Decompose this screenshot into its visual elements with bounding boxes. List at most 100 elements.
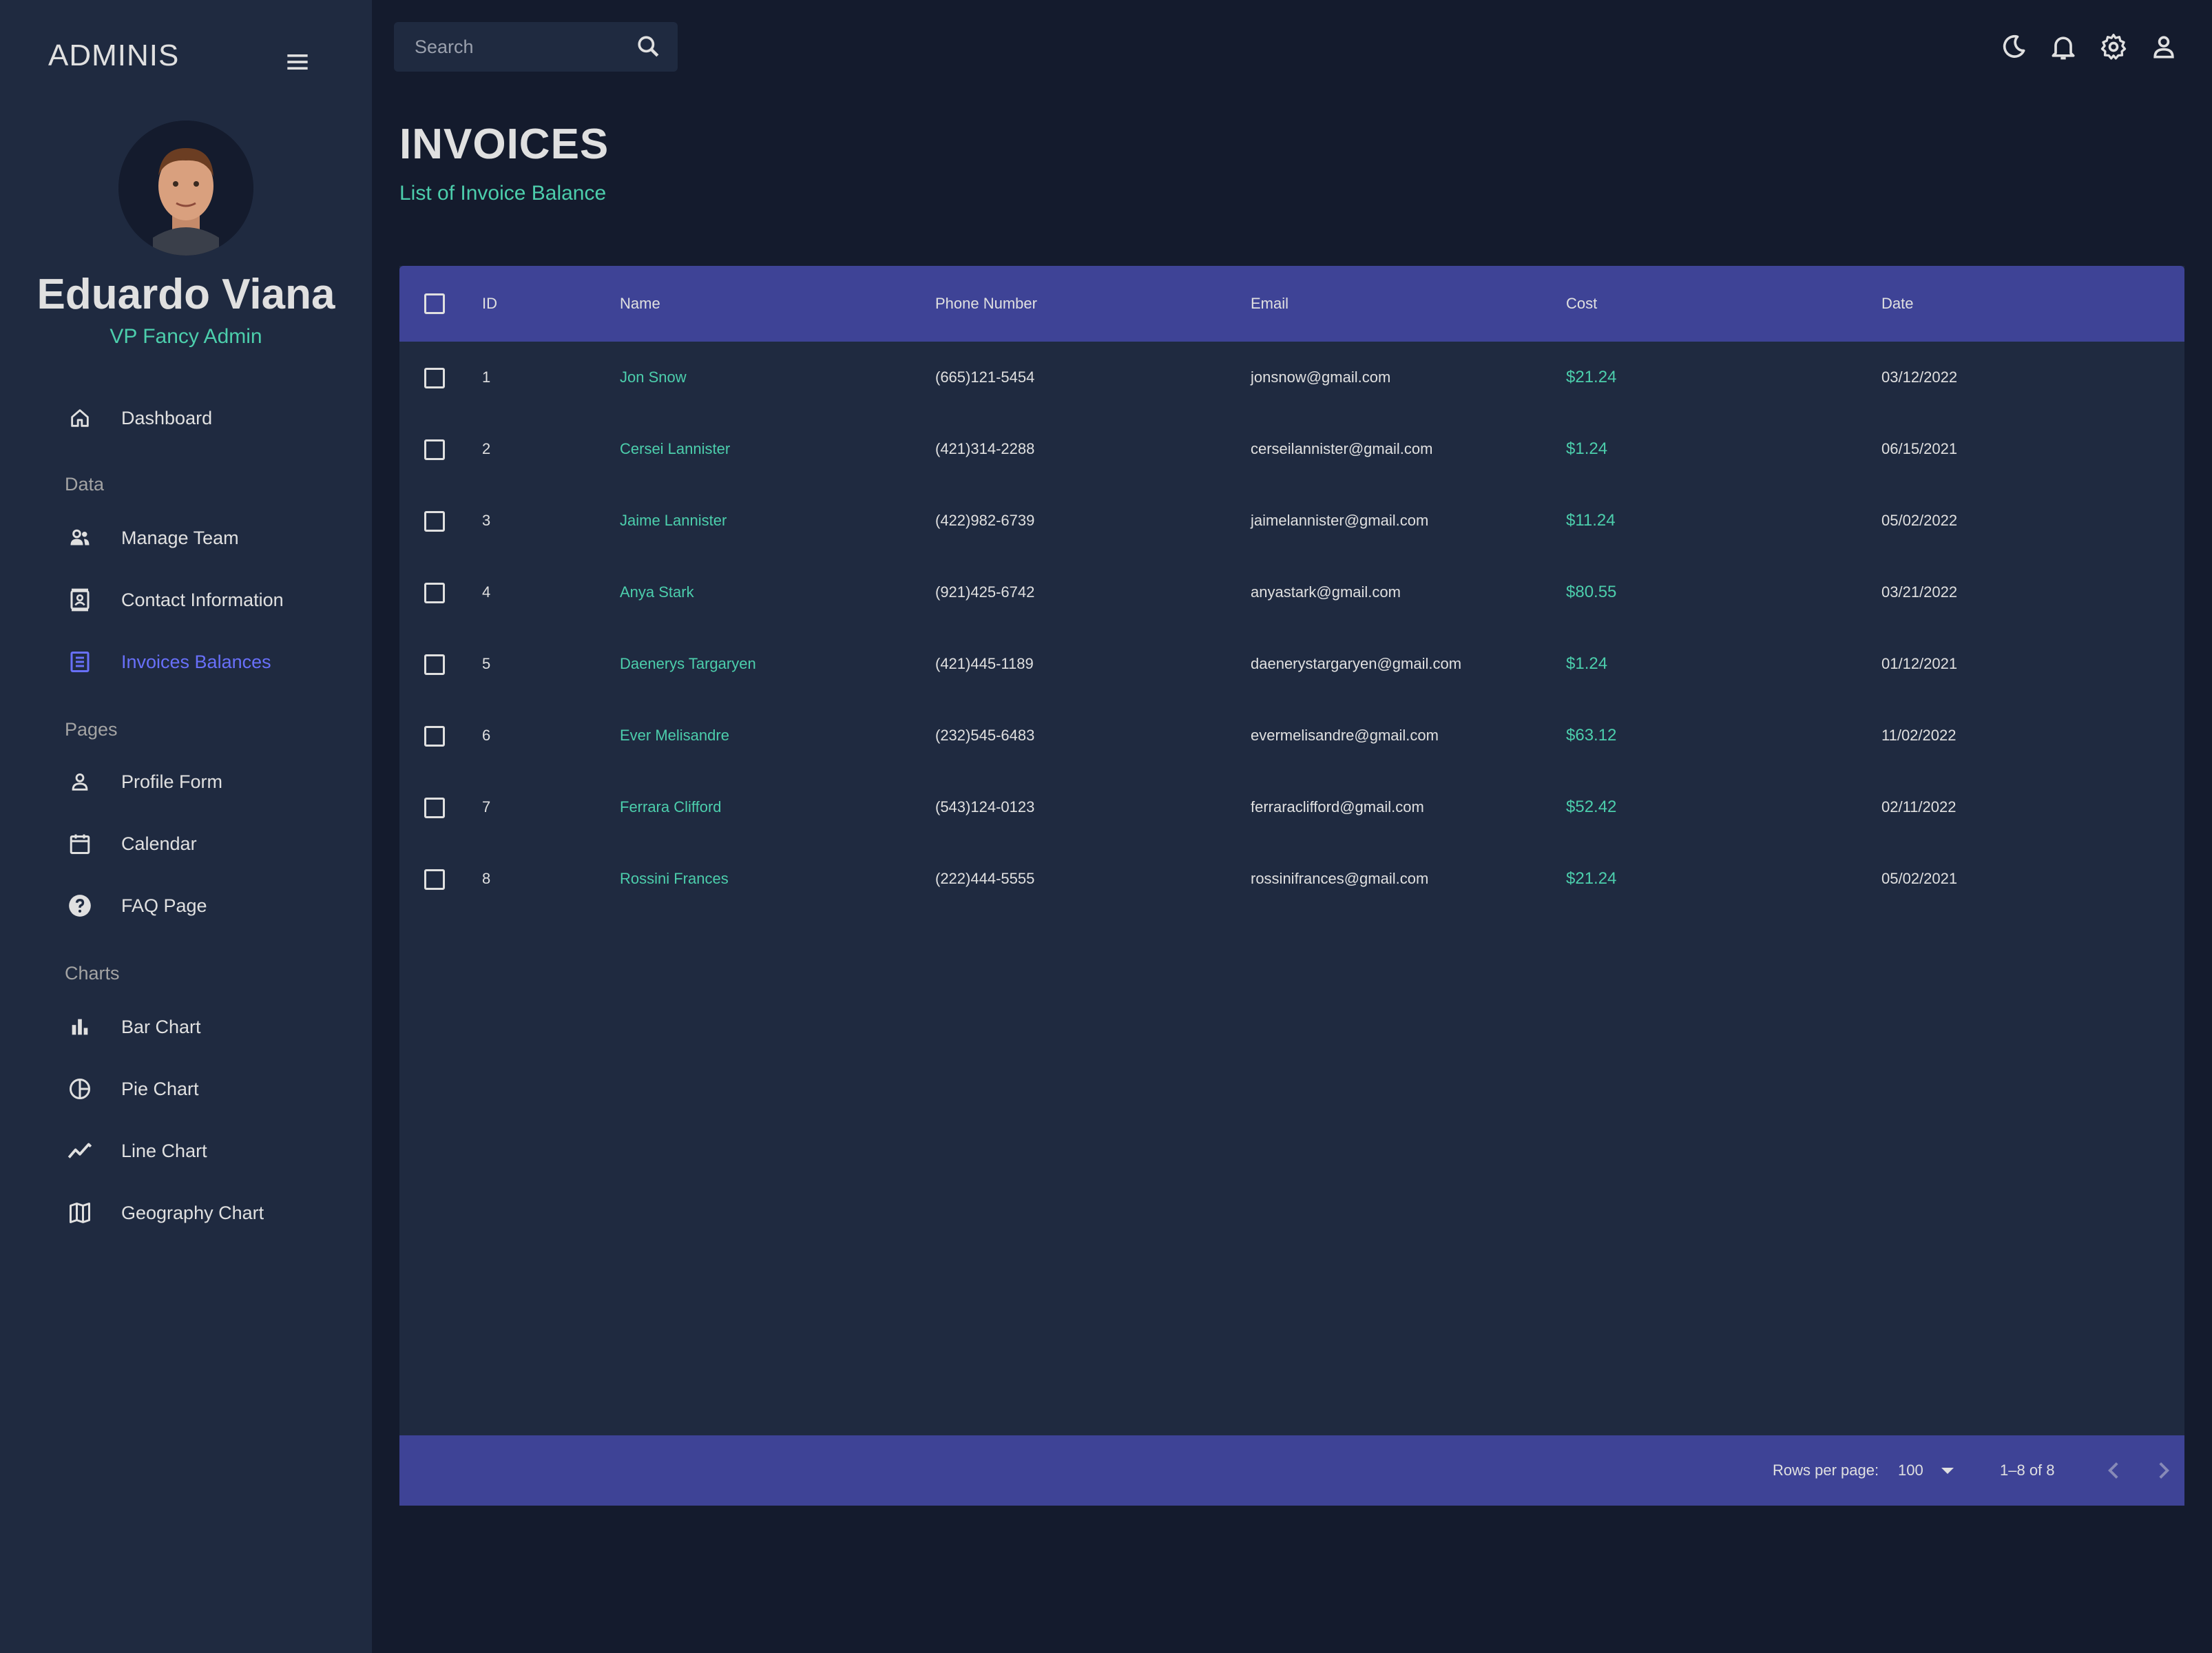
person-icon xyxy=(2153,36,2174,59)
nav-line-chart[interactable]: Line Chart xyxy=(65,1127,354,1175)
cell-id: 1 xyxy=(482,368,491,386)
cell-email: jaimelannister@gmail.com xyxy=(1251,512,1429,529)
nav-contact-information[interactable]: Contact Information xyxy=(65,576,354,624)
table-row[interactable]: 2 Cersei Lannister (421)314-2288 cerseil… xyxy=(399,413,2184,485)
row-checkbox[interactable] xyxy=(424,869,445,890)
cell-phone: (222)444-5555 xyxy=(935,870,1035,887)
cell-phone: (421)445-1189 xyxy=(935,655,1034,672)
cell-name: Rossini Frances xyxy=(620,870,729,887)
nav-geography-chart[interactable]: Geography Chart xyxy=(65,1189,354,1237)
page-title: INVOICES xyxy=(399,121,609,168)
cell-name: Jon Snow xyxy=(620,368,687,386)
row-checkbox[interactable] xyxy=(424,726,445,747)
invoices-table: ID Name Phone Number Email Cost Date 1 J… xyxy=(399,266,2184,1506)
nav-pie-chart[interactable]: Pie Chart xyxy=(65,1065,354,1113)
cell-phone: (422)982-6739 xyxy=(935,512,1035,529)
previous-page-button[interactable] xyxy=(2099,1456,2128,1485)
sidebar: ADMINIS Eduardo Viana VP Fancy Admin Das… xyxy=(0,0,372,1653)
cell-cost: $52.42 xyxy=(1566,798,1617,816)
section-pages-label: Pages xyxy=(65,719,118,740)
nav-faq-page[interactable]: FAQ Page xyxy=(65,882,354,930)
menu-toggle-button[interactable] xyxy=(282,47,313,77)
search-icon xyxy=(638,36,659,57)
cell-email: daenerystargaryen@gmail.com xyxy=(1251,655,1462,672)
search-button[interactable] xyxy=(634,32,664,62)
nav-invoices-balances[interactable]: Invoices Balances xyxy=(65,638,354,686)
table-row[interactable]: 7 Ferrara Clifford (543)124-0123 ferrara… xyxy=(399,771,2184,843)
table-row[interactable]: 1 Jon Snow (665)121-5454 jonsnow@gmail.c… xyxy=(399,342,2184,413)
settings-button[interactable] xyxy=(2098,32,2129,62)
cell-phone: (232)545-6483 xyxy=(935,727,1035,744)
table-row[interactable]: 3 Jaime Lannister (422)982-6739 jaimelan… xyxy=(399,485,2184,557)
cell-name: Anya Stark xyxy=(620,583,694,601)
hamburger-icon xyxy=(287,54,308,70)
nav-manage-team[interactable]: Manage Team xyxy=(65,514,354,562)
column-header-email[interactable]: Email xyxy=(1251,266,1288,342)
cell-date: 11/02/2022 xyxy=(1881,727,1957,744)
notifications-button[interactable] xyxy=(2048,32,2078,62)
cell-date: 05/02/2021 xyxy=(1881,870,1958,887)
user-photo xyxy=(118,121,253,256)
rows-per-page-select[interactable]: 100 xyxy=(1898,1435,1954,1506)
cell-cost: $1.24 xyxy=(1566,654,1608,673)
row-checkbox[interactable] xyxy=(424,368,445,388)
row-checkbox[interactable] xyxy=(424,511,445,532)
cell-name: Ferrara Clifford xyxy=(620,798,722,815)
nav-bar-chart-label: Bar Chart xyxy=(121,1016,201,1037)
cell-cost: $21.24 xyxy=(1566,869,1617,888)
column-header-id[interactable]: ID xyxy=(482,266,497,342)
account-button[interactable] xyxy=(2149,32,2179,62)
cell-cost: $21.24 xyxy=(1566,368,1617,386)
nav-invoices-balances-label: Invoices Balances xyxy=(121,651,271,672)
cell-cost: $63.12 xyxy=(1566,726,1617,745)
nav-bar-chart[interactable]: Bar Chart xyxy=(65,1003,354,1051)
cell-id: 3 xyxy=(482,512,491,529)
pagination-info: 1–8 of 8 xyxy=(2000,1462,2055,1479)
cell-id: 6 xyxy=(482,727,491,744)
nav-faq-page-label: FAQ Page xyxy=(121,895,207,916)
cell-id: 4 xyxy=(482,583,491,601)
select-all-checkbox[interactable] xyxy=(424,293,445,314)
person-outline-icon xyxy=(65,767,95,797)
cell-phone: (543)124-0123 xyxy=(935,798,1035,815)
nav-dashboard-label: Dashboard xyxy=(121,407,213,428)
nav-calendar[interactable]: Calendar xyxy=(65,820,354,868)
cell-cost: $80.55 xyxy=(1566,583,1617,601)
row-checkbox[interactable] xyxy=(424,798,445,818)
nav-profile-form-label: Profile Form xyxy=(121,771,223,792)
nav-dashboard[interactable]: Dashboard xyxy=(65,394,354,442)
row-checkbox[interactable] xyxy=(424,654,445,675)
cell-name: Cersei Lannister xyxy=(620,440,731,457)
cell-name: Ever Melisandre xyxy=(620,727,729,744)
cell-date: 03/21/2022 xyxy=(1881,583,1958,601)
cell-date: 05/02/2022 xyxy=(1881,512,1958,529)
cell-email: evermelisandre@gmail.com xyxy=(1251,727,1439,744)
cell-date: 06/15/2021 xyxy=(1881,440,1958,457)
chevron-right-icon xyxy=(2159,1462,2169,1479)
table-row[interactable]: 5 Daenerys Targaryen (421)445-1189 daene… xyxy=(399,628,2184,700)
section-charts-label: Charts xyxy=(65,963,120,984)
theme-toggle-button[interactable] xyxy=(1999,32,2029,62)
table-row[interactable]: 8 Rossini Frances (222)444-5555 rossinif… xyxy=(399,843,2184,915)
nav-calendar-label: Calendar xyxy=(121,833,197,854)
dropdown-caret-icon xyxy=(1941,1467,1954,1474)
search-input[interactable] xyxy=(394,35,636,59)
rows-per-page-label: Rows per page: xyxy=(1773,1462,1879,1479)
column-header-cost[interactable]: Cost xyxy=(1566,266,1597,342)
cell-email: ferraraclifford@gmail.com xyxy=(1251,798,1424,815)
nav-profile-form[interactable]: Profile Form xyxy=(65,758,354,806)
column-header-date[interactable]: Date xyxy=(1881,266,1913,342)
table-row[interactable]: 4 Anya Stark (921)425-6742 anyastark@gma… xyxy=(399,557,2184,628)
cell-email: anyastark@gmail.com xyxy=(1251,583,1401,601)
next-page-button[interactable] xyxy=(2149,1456,2178,1485)
column-header-phone[interactable]: Phone Number xyxy=(935,266,1037,342)
row-checkbox[interactable] xyxy=(424,583,445,603)
column-header-name[interactable]: Name xyxy=(620,266,660,342)
bell-icon xyxy=(2052,37,2075,60)
table-row[interactable]: 6 Ever Melisandre (232)545-6483 evermeli… xyxy=(399,700,2184,771)
cell-date: 02/11/2022 xyxy=(1881,798,1957,815)
search-bar xyxy=(394,22,678,72)
row-checkbox[interactable] xyxy=(424,439,445,460)
gear-icon xyxy=(2100,33,2127,60)
table-header: ID Name Phone Number Email Cost Date xyxy=(399,266,2184,342)
